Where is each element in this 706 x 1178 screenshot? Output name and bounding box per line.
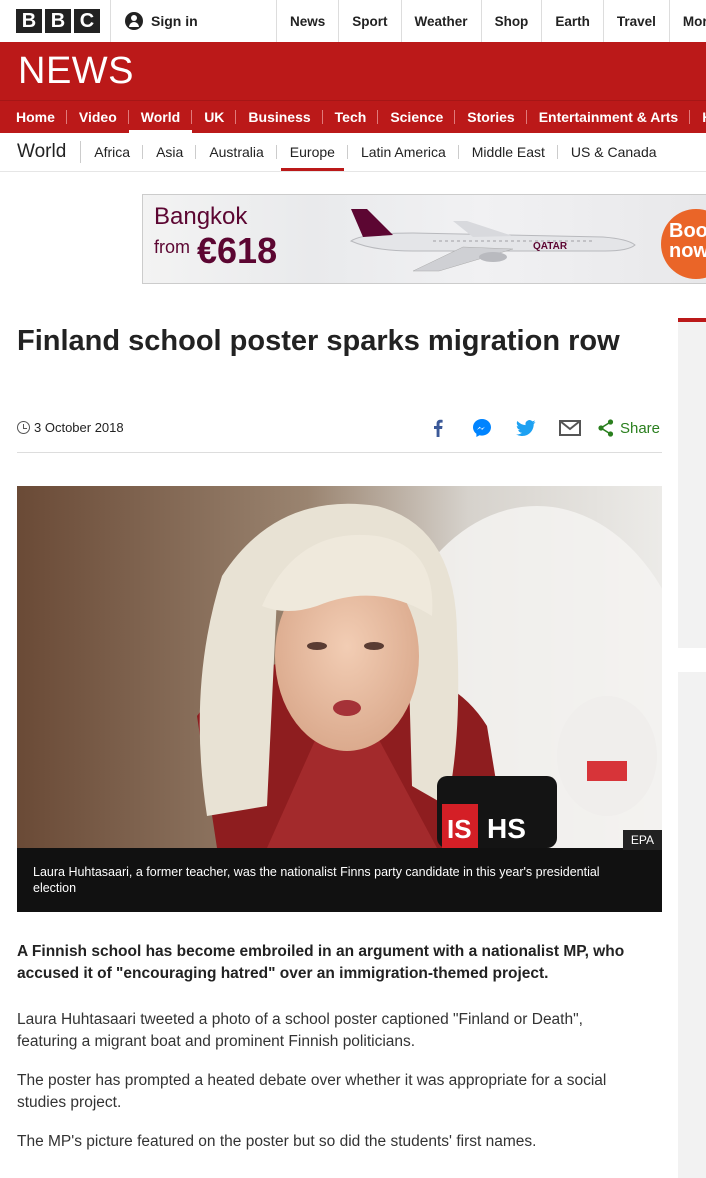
twitter-share-icon[interactable] [504,414,548,442]
section-nav-business[interactable]: Business [236,101,323,133]
article-paragraph: Laura Huhtasaari tweeted a photo of a sc… [17,1011,583,1050]
section-nav-world[interactable]: World [128,101,193,133]
ad-destination: Bangkok [154,203,248,230]
logo-letter: B [45,9,71,33]
section-nav-stories[interactable]: Stories [455,101,528,133]
ad-book-now-button[interactable]: Book now [661,209,706,279]
email-share-icon[interactable] [548,414,592,442]
news-logo[interactable]: NEWS [18,50,134,93]
advertisement-banner[interactable]: Bangkok from €618 QATAR Book now [142,194,706,284]
sign-in-link[interactable]: Sign in [110,0,198,42]
article-lead: A Finnish school has become embroiled in… [17,943,625,982]
ad-price: €618 [197,230,278,271]
article-meta: 3 October 2018 Share [17,410,662,453]
article-paragraph: The poster has prompted a heated debate … [17,1072,607,1111]
image-credit: EPA [622,830,662,850]
logo-letter: B [16,9,42,33]
article-figure: IS HS EPA Laura Huhtasaari, a former tea… [17,486,662,912]
sidebar-features-panel [678,672,706,1178]
article-paragraph: The MP's picture featured on the poster … [17,1133,537,1150]
article-headline: Finland school poster sparks migration r… [17,325,620,357]
subnav-australia[interactable]: Australia [196,141,278,163]
subnav-us-canada[interactable]: US & Canada [558,141,670,163]
clock-icon [17,421,30,434]
user-icon [125,12,143,30]
subnav-latin-america[interactable]: Latin America [348,141,459,163]
bbc-logo[interactable]: B B C [16,9,100,33]
logo-letter: C [74,9,100,33]
facebook-share-icon[interactable] [416,414,460,442]
image-caption: Laura Huhtasaari, a former teacher, was … [33,865,600,895]
article-date-text: 3 October 2018 [34,420,124,435]
section-nav-science[interactable]: Science [378,101,456,133]
section-nav-tech[interactable]: Tech [323,101,379,133]
global-nav-weather[interactable]: Weather [400,0,481,42]
ad-airline-name: QATAR [533,241,568,252]
global-nav-earth[interactable]: Earth [541,0,603,42]
section-nav-home[interactable]: Home [0,101,67,133]
messenger-share-icon[interactable] [460,414,504,442]
share-icon [598,419,614,437]
world-subnav: World Africa Asia Australia Europe Latin… [0,133,706,172]
global-header: B B C Sign in News Sport Weather Shop Ea… [0,0,706,43]
sign-in-label: Sign in [151,13,198,29]
airplane-image: QATAR [349,209,636,272]
global-nav-news[interactable]: News [276,0,338,42]
share-button[interactable]: Share [592,419,662,437]
sidebar-top-stories-panel [678,322,706,648]
subnav-europe[interactable]: Europe [277,141,349,171]
section-nav-entertainment[interactable]: Entertainment & Arts [527,101,691,133]
subnav-middle-east[interactable]: Middle East [459,141,559,163]
subnav-africa[interactable]: Africa [81,141,143,163]
share-label: Share [619,419,660,437]
subnav-asia[interactable]: Asia [143,141,197,163]
section-nav: Home Video World UK Business Tech Scienc… [0,100,706,133]
share-tools: Share [416,414,662,442]
global-nav-sport[interactable]: Sport [338,0,400,42]
article-photo: IS HS [17,486,662,848]
section-nav-uk[interactable]: UK [192,101,237,133]
global-nav-travel[interactable]: Travel [602,0,669,42]
section-nav-health[interactable]: Hea [690,101,706,133]
global-nav-shop[interactable]: Shop [480,0,542,42]
global-nav: News Sport Weather Shop Earth Travel Mor… [276,0,706,42]
ad-from-label: from [154,237,190,257]
article-date: 3 October 2018 [17,420,124,435]
section-nav-video[interactable]: Video [67,101,129,133]
news-banner: NEWS [0,42,706,100]
world-section-title[interactable]: World [0,141,82,163]
svg-text:HS: HS [487,813,526,844]
svg-text:IS: IS [447,814,472,844]
global-nav-more[interactable]: More [668,0,706,42]
